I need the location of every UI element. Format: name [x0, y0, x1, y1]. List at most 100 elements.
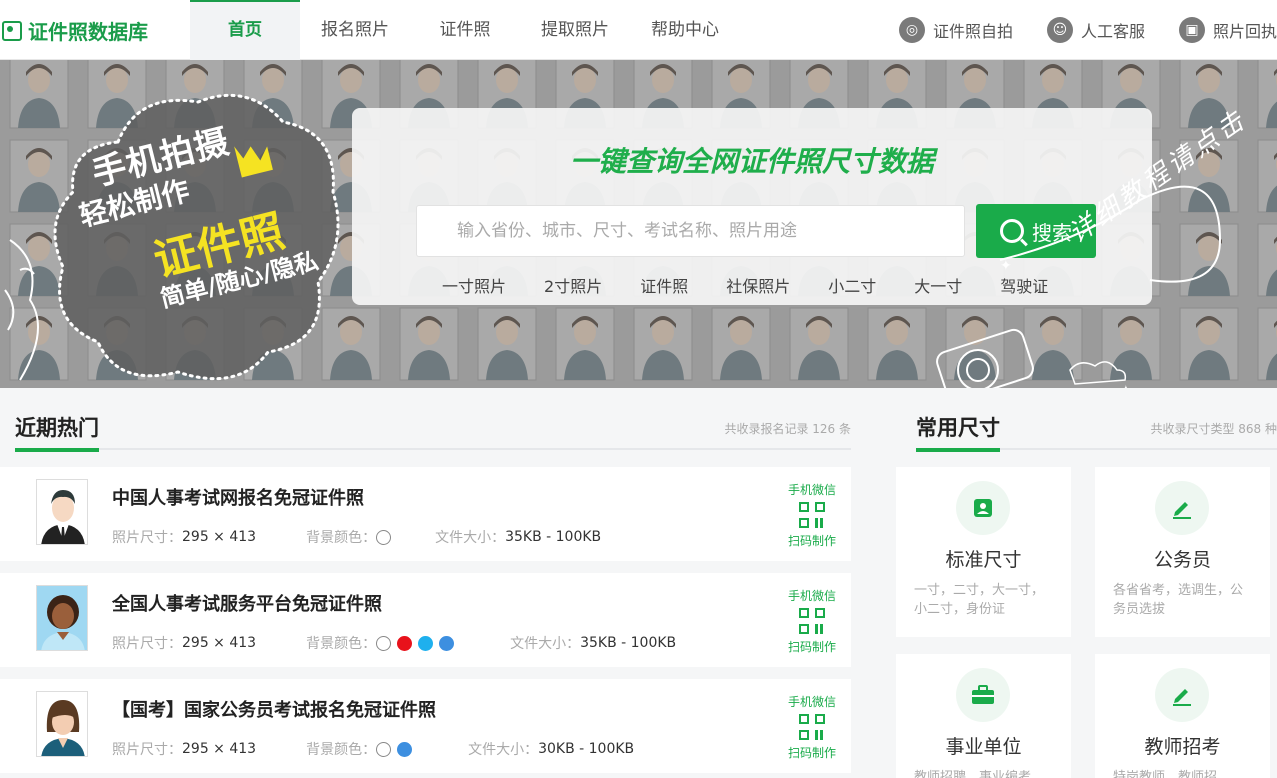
card-desc: 教师招聘，事业编考 — [914, 770, 1032, 778]
photo-size: 295 × 413 — [182, 635, 257, 651]
tool-selfie-label: 证件照自拍 — [932, 22, 1013, 41]
quick-link[interactable]: 小二寸 — [828, 273, 876, 297]
top-header: 证件照数据库 首页 报名照片 证件照 提取照片 帮助中心 ◎ 证件照自拍 ☺ 人… — [0, 0, 1277, 60]
qr-code-icon — [799, 714, 825, 740]
logo-text: 证件照数据库 — [28, 20, 148, 44]
wechat-scan[interactable]: 手机微信 扫码制作 — [785, 693, 839, 761]
list-item[interactable]: 全国人事考试服务平台免冠证件照 照片尺寸： 295 × 413 背景颜色： 文件大… — [0, 573, 851, 667]
wechat-icon: ☺ — [1046, 17, 1073, 43]
pencil-icon — [1155, 481, 1209, 535]
bg-color-swatch — [397, 741, 413, 757]
size-card-standard[interactable]: 标准尺寸 一寸，二寸，大一寸，小二寸，身份证 — [896, 467, 1071, 637]
item-meta: 照片尺寸： 295 × 413 背景颜色： 文件大小： 30KB - 100KB — [112, 739, 684, 759]
bg-color-swatch — [439, 635, 455, 651]
id-photo-icon — [2, 20, 22, 41]
common-size-count: 共收录尺寸类型 868 种 — [1150, 422, 1277, 436]
wechat-top-label: 手机微信 — [787, 695, 836, 709]
card-title: 公务员 — [1153, 549, 1211, 571]
pencil-icon — [1155, 668, 1209, 722]
photo-size: 295 × 413 — [182, 529, 257, 545]
search-input[interactable] — [416, 205, 965, 257]
list-item[interactable]: 中国人事考试网报名免冠证件照 照片尺寸： 295 × 413 背景颜色： 文件大小… — [0, 467, 851, 561]
bg-color-swatch — [418, 635, 434, 651]
wechat-bottom-label: 扫码制作 — [787, 640, 836, 654]
card-desc: 一寸，二寸，大一寸，小二寸，身份证 — [914, 583, 1045, 617]
quick-link[interactable]: 2寸照片 — [544, 273, 602, 297]
bg-label: 背景颜色： — [306, 636, 377, 652]
item-title[interactable]: 中国人事考试网报名免冠证件照 — [112, 484, 364, 510]
qr-code-icon — [799, 608, 825, 634]
bg-color-swatch — [376, 635, 392, 651]
common-section-header: 常用尺寸 共收录尺寸类型 868 种 — [916, 410, 1277, 452]
avatar — [36, 479, 88, 545]
file-label: 文件大小： — [435, 530, 506, 546]
wechat-top-label: 手机微信 — [787, 589, 836, 603]
card-title: 事业单位 — [945, 736, 1022, 758]
card-desc: 特岗教师，教师招 — [1113, 770, 1218, 778]
site-logo[interactable]: 证件照数据库 — [2, 16, 148, 45]
nav-extract-photo[interactable]: 提取照片 — [520, 0, 630, 60]
tool-receipt-label: 照片回执 — [1212, 22, 1277, 41]
wechat-bottom-label: 扫码制作 — [787, 534, 836, 548]
hero-banner: 手机拍摄 轻松制作 证件照 简单/随心/隐私 一键查询全网证件照尺寸数据 搜索 … — [0, 60, 1277, 388]
item-title[interactable]: 全国人事考试服务平台免冠证件照 — [112, 590, 382, 616]
main-nav: 首页 报名照片 证件照 提取照片 帮助中心 — [190, 0, 740, 60]
file-size: 30KB - 100KB — [538, 741, 635, 757]
bg-label: 背景颜色： — [306, 742, 377, 758]
size-card-teacher-exam[interactable]: 教师招考 特岗教师，教师招 — [1095, 654, 1270, 778]
nav-signup-photos[interactable]: 报名照片 — [300, 0, 410, 60]
quick-link[interactable]: 一寸照片 — [442, 273, 506, 297]
size-label: 照片尺寸： — [112, 530, 182, 546]
id-card-icon — [956, 481, 1010, 535]
size-label: 照片尺寸： — [112, 636, 182, 652]
bg-label: 背景颜色： — [306, 530, 377, 546]
quick-link[interactable]: 社保照片 — [726, 273, 790, 297]
hot-section-title: 近期热门 — [15, 412, 99, 452]
quick-link[interactable]: 证件照 — [640, 273, 688, 297]
hot-list: 中国人事考试网报名免冠证件照 照片尺寸： 295 × 413 背景颜色： 文件大小… — [0, 467, 851, 778]
size-label: 照片尺寸： — [112, 742, 182, 758]
item-title[interactable]: 【国考】国家公务员考试报名免冠证件照 — [112, 696, 436, 722]
svg-text:✦: ✦ — [1120, 383, 1132, 388]
doodle-figure-icon — [4, 239, 39, 381]
file-label: 文件大小： — [510, 636, 581, 652]
file-size: 35KB - 100KB — [580, 635, 677, 651]
nav-home[interactable]: 首页 — [190, 0, 300, 60]
item-meta: 照片尺寸： 295 × 413 背景颜色： 文件大小： 35KB - 100KB — [112, 527, 651, 547]
header-tools: ◎ 证件照自拍 ☺ 人工客服 ▣ 照片回执 — [865, 0, 1277, 60]
list-item[interactable]: 【国考】国家公务员考试报名免冠证件照 照片尺寸： 295 × 413 背景颜色： … — [0, 679, 851, 773]
avatar — [36, 585, 88, 651]
nav-id-photo[interactable]: 证件照 — [410, 0, 520, 60]
photo-size: 295 × 413 — [182, 741, 257, 757]
card-desc: 各省省考，选调生，公务员选拔 — [1113, 583, 1244, 617]
common-section-title: 常用尺寸 — [916, 412, 1000, 452]
card-title: 教师招考 — [1144, 736, 1221, 758]
size-card-civil-servant[interactable]: 公务员 各省省考，选调生，公务员选拔 — [1095, 467, 1270, 637]
size-card-public-institution[interactable]: 事业单位 教师招聘，事业编考 — [896, 654, 1071, 778]
bg-color-swatch — [397, 635, 413, 651]
avatar — [36, 691, 88, 757]
file-size: 35KB - 100KB — [505, 529, 602, 545]
wechat-scan[interactable]: 手机微信 扫码制作 — [785, 587, 839, 655]
camera-doodle-icon: ✦ ✦ — [936, 185, 1222, 388]
wechat-bottom-label: 扫码制作 — [787, 746, 836, 760]
tool-customer-service[interactable]: ☺ 人工客服 — [1046, 17, 1145, 43]
hot-record-count: 共收录报名记录 126 条 — [724, 422, 851, 436]
card-title: 标准尺寸 — [945, 549, 1022, 571]
camera-icon: ◎ — [898, 17, 925, 43]
wechat-scan[interactable]: 手机微信 扫码制作 — [785, 481, 839, 549]
item-meta: 照片尺寸： 295 × 413 背景颜色： 文件大小： 35KB - 100KB — [112, 633, 726, 653]
tool-photo-receipt[interactable]: ▣ 照片回执 — [1178, 17, 1277, 43]
bg-color-swatch — [376, 529, 392, 545]
bg-color-swatch — [376, 741, 392, 757]
receipt-icon: ▣ — [1178, 17, 1205, 43]
file-label: 文件大小： — [468, 742, 539, 758]
svg-text:✦: ✦ — [1000, 258, 1012, 274]
hot-section-header: 近期热门 共收录报名记录 126 条 — [15, 410, 851, 452]
tool-selfie[interactable]: ◎ 证件照自拍 — [898, 17, 1013, 43]
nav-help[interactable]: 帮助中心 — [630, 0, 740, 60]
wechat-top-label: 手机微信 — [787, 483, 836, 497]
qr-code-icon — [799, 502, 825, 528]
briefcase-icon — [956, 668, 1010, 722]
tool-service-label: 人工客服 — [1080, 22, 1145, 41]
